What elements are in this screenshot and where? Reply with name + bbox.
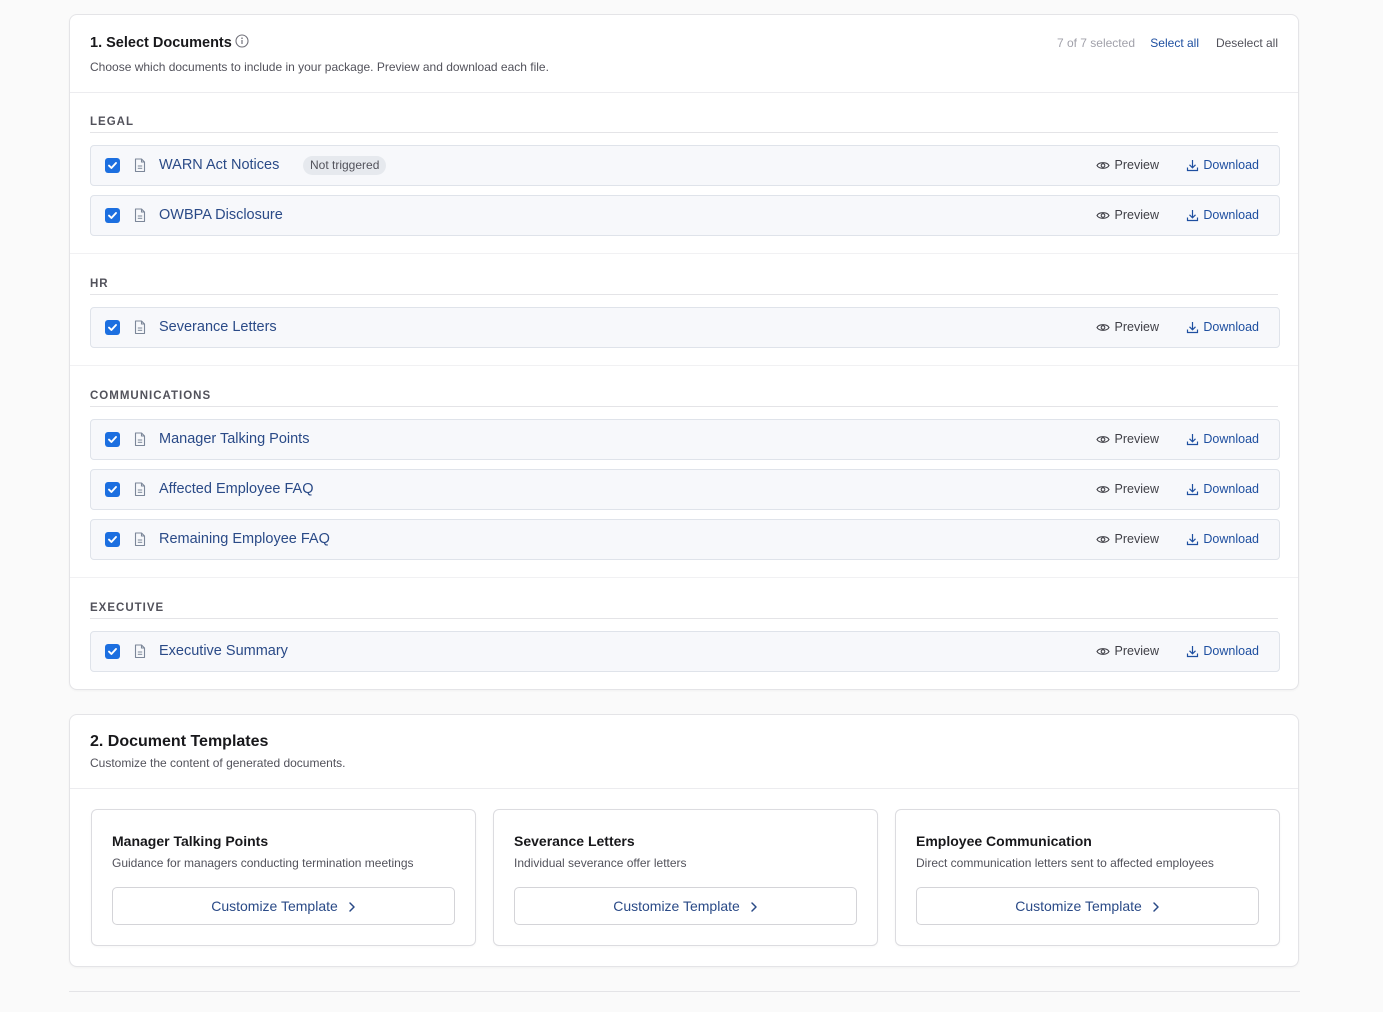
- chevron-right-icon: [348, 900, 356, 918]
- document-checkbox[interactable]: [105, 532, 120, 547]
- preview-button[interactable]: Preview: [1095, 320, 1159, 334]
- download-label: Download: [1203, 532, 1259, 546]
- selected-count: 7 of 7 selected: [1056, 36, 1135, 50]
- download-button[interactable]: Download: [1187, 320, 1259, 334]
- download-button[interactable]: Download: [1187, 208, 1259, 222]
- customize-template-label: Customize Template: [1015, 898, 1142, 914]
- document-name: Severance Letters: [159, 319, 277, 335]
- section-separator: [70, 577, 1298, 578]
- section-label: COMMUNICATIONS: [90, 390, 212, 402]
- download-label: Download: [1203, 432, 1259, 446]
- document-icon: [133, 532, 147, 547]
- info-icon[interactable]: [235, 34, 249, 48]
- document-icon: [133, 482, 147, 497]
- document-icon: [133, 158, 147, 173]
- template-description: Direct communication letters sent to aff…: [916, 856, 1214, 870]
- customize-template-button[interactable]: Customize Template: [112, 887, 455, 925]
- section-separator: [70, 365, 1298, 366]
- document-row: Executive Summary Preview Download: [90, 631, 1280, 672]
- section-label: LEGAL: [90, 116, 134, 128]
- select-documents-card: 1. Select Documents Choose which documen…: [69, 14, 1299, 690]
- download-button[interactable]: Download: [1187, 158, 1259, 172]
- template-card: Manager Talking Points Guidance for manag…: [91, 809, 476, 946]
- customize-template-button[interactable]: Customize Template: [514, 887, 857, 925]
- section-label: EXECUTIVE: [90, 602, 165, 614]
- preview-button[interactable]: Preview: [1095, 432, 1159, 446]
- download-button[interactable]: Download: [1187, 532, 1259, 546]
- preview-button[interactable]: Preview: [1095, 208, 1159, 222]
- deselect-all-button[interactable]: Deselect all: [1216, 36, 1278, 50]
- preview-button[interactable]: Preview: [1095, 482, 1159, 496]
- template-card: Severance Letters Individual severance of…: [493, 809, 878, 946]
- chevron-right-icon: [1152, 900, 1160, 918]
- document-name: Remaining Employee FAQ: [159, 531, 330, 547]
- document-checkbox[interactable]: [105, 644, 120, 659]
- document-templates-header: 2. Document Templates Customize the cont…: [70, 715, 1298, 789]
- download-button[interactable]: Download: [1187, 432, 1259, 446]
- download-label: Download: [1203, 158, 1259, 172]
- section-divider: [90, 406, 1278, 407]
- preview-button[interactable]: Preview: [1095, 158, 1159, 172]
- document-name: OWBPA Disclosure: [159, 207, 283, 223]
- section-label: HR: [90, 278, 109, 290]
- template-description: Guidance for managers conducting termina…: [112, 856, 414, 870]
- download-label: Download: [1203, 208, 1259, 222]
- document-checkbox[interactable]: [105, 208, 120, 223]
- document-row: WARN Act Notices Not triggered Preview Down…: [90, 145, 1280, 186]
- customize-template-label: Customize Template: [211, 898, 338, 914]
- template-title: Manager Talking Points: [112, 833, 269, 849]
- document-row: Severance Letters Preview Download: [90, 307, 1280, 348]
- document-name: Executive Summary: [159, 643, 288, 659]
- preview-label: Preview: [1114, 644, 1159, 658]
- chevron-right-icon: [750, 900, 758, 918]
- customize-template-label: Customize Template: [613, 898, 740, 914]
- preview-label: Preview: [1114, 432, 1159, 446]
- document-row: OWBPA Disclosure Preview Download: [90, 195, 1280, 236]
- document-templates-card: 2. Document Templates Customize the cont…: [69, 714, 1299, 967]
- document-name: WARN Act Notices: [159, 157, 280, 173]
- preview-label: Preview: [1114, 208, 1159, 222]
- section-divider: [90, 294, 1278, 295]
- download-label: Download: [1203, 644, 1259, 658]
- template-card: Employee Communication Direct communicati…: [895, 809, 1280, 946]
- preview-label: Preview: [1114, 158, 1159, 172]
- document-name: Affected Employee FAQ: [159, 481, 314, 497]
- section-divider: [90, 132, 1278, 133]
- template-description: Individual severance offer letters: [514, 856, 687, 870]
- download-button[interactable]: Download: [1187, 644, 1259, 658]
- page-divider: [69, 991, 1300, 992]
- preview-button[interactable]: Preview: [1095, 532, 1159, 546]
- document-row: Affected Employee FAQ Preview Download: [90, 469, 1280, 510]
- document-icon: [133, 320, 147, 335]
- document-row: Manager Talking Points Preview Download: [90, 419, 1280, 460]
- select-documents-title: 1. Select Documents: [90, 35, 232, 51]
- customize-template-button[interactable]: Customize Template: [916, 887, 1259, 925]
- document-name: Manager Talking Points: [159, 431, 310, 447]
- select-all-button[interactable]: Select all: [1150, 36, 1199, 50]
- document-icon: [133, 432, 147, 447]
- preview-label: Preview: [1114, 532, 1159, 546]
- template-title: Severance Letters: [514, 833, 635, 849]
- preview-button[interactable]: Preview: [1095, 644, 1159, 658]
- status-badge: Not triggered: [303, 156, 387, 175]
- select-documents-subtitle: Choose which documents to include in you…: [90, 60, 549, 74]
- document-checkbox[interactable]: [105, 158, 120, 173]
- download-button[interactable]: Download: [1187, 482, 1259, 496]
- template-title: Employee Communication: [916, 833, 1092, 849]
- document-checkbox[interactable]: [105, 320, 120, 335]
- section-separator: [70, 253, 1298, 254]
- document-templates-title: 2. Document Templates: [90, 733, 269, 750]
- preview-label: Preview: [1114, 320, 1159, 334]
- document-row: Remaining Employee FAQ Preview Download: [90, 519, 1280, 560]
- document-icon: [133, 644, 147, 659]
- download-label: Download: [1203, 320, 1259, 334]
- select-documents-header: 1. Select Documents Choose which documen…: [70, 15, 1298, 93]
- document-checkbox[interactable]: [105, 432, 120, 447]
- download-label: Download: [1203, 482, 1259, 496]
- preview-label: Preview: [1114, 482, 1159, 496]
- document-icon: [133, 208, 147, 223]
- document-checkbox[interactable]: [105, 482, 120, 497]
- document-templates-subtitle: Customize the content of generated docum…: [90, 756, 346, 770]
- section-divider: [90, 618, 1278, 619]
